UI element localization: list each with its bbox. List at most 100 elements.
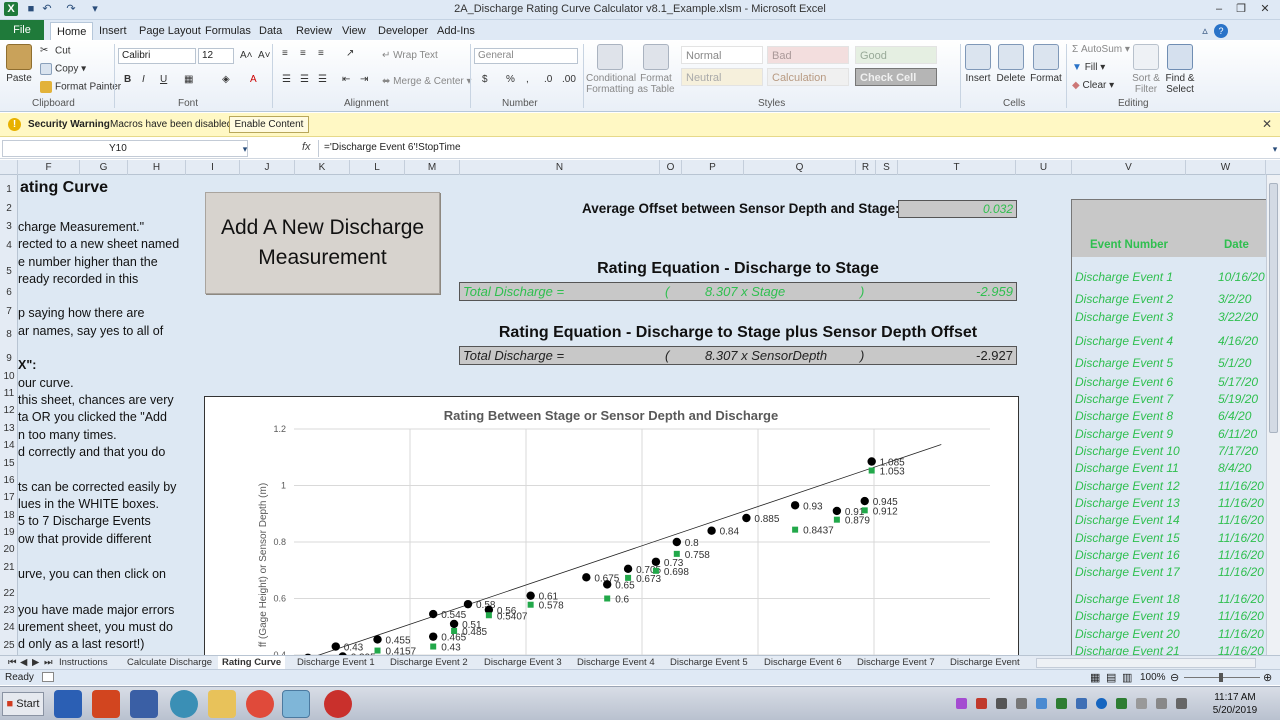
- column-header[interactable]: J: [240, 160, 295, 175]
- tab-data[interactable]: Data: [253, 22, 288, 40]
- format-painter-button[interactable]: Format Painter: [40, 81, 121, 94]
- column-header[interactable]: H: [128, 160, 186, 175]
- column-header[interactable]: L: [350, 160, 405, 175]
- bold-button[interactable]: B: [124, 74, 131, 86]
- align-middle-icon[interactable]: ≡: [300, 48, 306, 60]
- sheet-tab-discharge-event-7[interactable]: Discharge Event 7: [853, 656, 939, 669]
- column-header[interactable]: O: [660, 160, 682, 175]
- tab-review[interactable]: Review: [290, 22, 338, 40]
- row-header[interactable]: 10: [0, 371, 18, 382]
- tray-acrobat-icon[interactable]: [976, 698, 987, 709]
- style-neutral[interactable]: Neutral: [681, 68, 763, 86]
- name-box-dropdown-icon[interactable]: ▾: [238, 142, 252, 156]
- event-date[interactable]: 11/16/20: [1218, 609, 1264, 623]
- event-name[interactable]: Discharge Event 17: [1075, 565, 1180, 579]
- clock[interactable]: 11:17 AM 5/20/2019: [1210, 691, 1260, 717]
- row-header[interactable]: 15: [0, 458, 18, 469]
- row-header[interactable]: 21: [0, 562, 18, 573]
- zoom-in-icon[interactable]: ⊕: [1263, 671, 1272, 684]
- tab-insert[interactable]: Insert: [93, 22, 133, 40]
- underline-button[interactable]: U: [160, 74, 167, 86]
- find-select-button[interactable]: Find & Select: [1164, 44, 1196, 95]
- battery-icon[interactable]: [1156, 698, 1167, 709]
- vertical-scroll-thumb[interactable]: [1269, 183, 1278, 433]
- comma-button[interactable]: ,: [526, 74, 529, 86]
- format-cells-button[interactable]: Format: [1030, 44, 1062, 84]
- media-icon[interactable]: [130, 690, 158, 718]
- powerpoint-icon[interactable]: [92, 690, 120, 718]
- enable-content-button[interactable]: Enable Content: [229, 116, 309, 133]
- event-name[interactable]: Discharge Event 18: [1075, 592, 1180, 606]
- tab-page-layout[interactable]: Page Layout: [133, 22, 207, 40]
- copy-button[interactable]: Copy ▾: [40, 63, 86, 76]
- row-header[interactable]: 22: [0, 588, 18, 599]
- network-icon[interactable]: [1136, 698, 1147, 709]
- excel-taskbar-icon[interactable]: [282, 690, 310, 718]
- sheet-tab-discharge-event[interactable]: Discharge Event: [946, 656, 1024, 669]
- increase-decimal-icon[interactable]: .0: [544, 74, 552, 86]
- add-discharge-measurement-button[interactable]: Add A New Discharge Measurement: [205, 192, 440, 294]
- column-header[interactable]: G: [80, 160, 128, 175]
- increase-indent-icon[interactable]: ⇥: [360, 74, 368, 86]
- row-header[interactable]: 25: [0, 640, 18, 651]
- sheet-tab-discharge-event-2[interactable]: Discharge Event 2: [386, 656, 472, 669]
- sheet-tab-discharge-event-1[interactable]: Discharge Event 1: [293, 656, 379, 669]
- number-format-combo[interactable]: General: [474, 48, 578, 64]
- decrease-indent-icon[interactable]: ⇤: [342, 74, 350, 86]
- event-name[interactable]: Discharge Event 5: [1075, 356, 1173, 370]
- row-header[interactable]: 18: [0, 510, 18, 521]
- offset-value-box[interactable]: 0.032: [898, 200, 1017, 218]
- equation2-box[interactable]: Total Discharge = ( 8.307 x SensorDepth …: [459, 346, 1017, 365]
- column-header[interactable]: P: [682, 160, 744, 175]
- conditional-formatting-button[interactable]: Conditional Formatting: [586, 44, 636, 95]
- currency-button[interactable]: $: [482, 74, 488, 86]
- event-date[interactable]: 11/16/20: [1218, 496, 1264, 510]
- row-header[interactable]: 2: [0, 203, 18, 214]
- event-date[interactable]: 3/22/20: [1218, 310, 1258, 324]
- event-name[interactable]: Discharge Event 9: [1075, 427, 1173, 441]
- tray-app-icon[interactable]: [1076, 698, 1087, 709]
- event-name[interactable]: Discharge Event 4: [1075, 334, 1173, 348]
- row-header[interactable]: 19: [0, 527, 18, 538]
- grow-font-icon[interactable]: A˄: [240, 50, 253, 62]
- minimize-button[interactable]: –: [1208, 1, 1230, 17]
- event-date[interactable]: 11/16/20: [1218, 592, 1264, 606]
- zoom-slider-thumb[interactable]: [1219, 673, 1223, 682]
- macro-record-icon[interactable]: [42, 672, 54, 682]
- event-date[interactable]: 6/4/20: [1218, 409, 1251, 423]
- row-header[interactable]: 7: [0, 306, 18, 317]
- formula-input[interactable]: ='Discharge Event 6'!StopTime: [318, 140, 1268, 157]
- rating-chart[interactable]: Rating Between Stage or Sensor Depth and…: [204, 396, 1019, 655]
- sheet-tab-rating-curve[interactable]: Rating Curve: [218, 656, 286, 669]
- paste-button[interactable]: Paste: [4, 44, 34, 84]
- sheet-tab-discharge-event-5[interactable]: Discharge Event 5: [666, 656, 752, 669]
- tab-formulas[interactable]: Formulas: [199, 22, 257, 40]
- event-name[interactable]: Discharge Event 14: [1075, 513, 1180, 527]
- event-date[interactable]: 4/16/20: [1218, 334, 1258, 348]
- sheet-tab-instructions[interactable]: Instructions: [55, 656, 112, 669]
- delete-cells-button[interactable]: Delete: [996, 44, 1026, 84]
- horizontal-scrollbar[interactable]: [1036, 658, 1256, 668]
- tray-app-icon[interactable]: [996, 698, 1007, 709]
- event-name[interactable]: Discharge Event 13: [1075, 496, 1180, 510]
- view-page-layout-icon[interactable]: ▤: [1106, 671, 1116, 684]
- view-normal-icon[interactable]: ▦: [1090, 671, 1100, 684]
- column-header[interactable]: R: [856, 160, 876, 175]
- zoom-level[interactable]: 100%: [1140, 672, 1166, 683]
- tray-app-icon[interactable]: [1116, 698, 1127, 709]
- sheet-tab-discharge-event-6[interactable]: Discharge Event 6: [760, 656, 846, 669]
- font-size-combo[interactable]: 12: [198, 48, 234, 64]
- event-date[interactable]: 6/11/20: [1218, 427, 1257, 441]
- style-good[interactable]: Good: [855, 46, 937, 64]
- event-name[interactable]: Discharge Event 12: [1075, 479, 1180, 493]
- close-icon[interactable]: ✕: [1262, 117, 1272, 131]
- event-name[interactable]: Discharge Event 16: [1075, 548, 1180, 562]
- column-header[interactable]: M: [405, 160, 460, 175]
- event-date[interactable]: 11/16/20: [1218, 644, 1264, 655]
- column-header[interactable]: U: [1016, 160, 1072, 175]
- sheet-tab-calculate-discharge[interactable]: Calculate Discharge: [123, 656, 216, 669]
- sort-filter-button[interactable]: Sort & Filter: [1130, 44, 1162, 95]
- insert-function-button[interactable]: fx: [302, 141, 311, 153]
- help-icon[interactable]: ?: [1214, 24, 1228, 38]
- align-right-icon[interactable]: ☰: [318, 74, 327, 86]
